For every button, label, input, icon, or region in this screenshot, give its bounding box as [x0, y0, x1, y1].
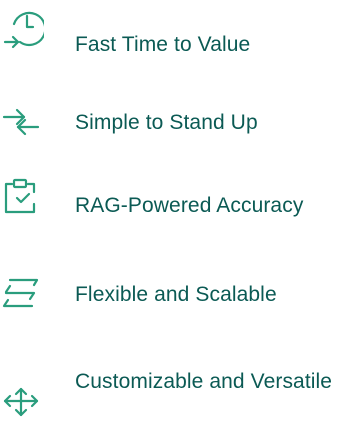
clipboard-check-icon	[0, 174, 44, 218]
feature-item-flexible-and-scalable: Flexible and Scalable	[0, 270, 359, 326]
feature-label: Customizable and Versatile	[75, 370, 333, 393]
feature-item-customizable-and-versatile: Customizable and Versatile	[0, 366, 359, 422]
feature-label: RAG-Powered Accuracy	[75, 194, 304, 217]
feature-list: Fast Time to Value Simple to Stand Up RA…	[0, 0, 359, 425]
clock-icon	[0, 8, 44, 52]
stacked-layers-icon	[0, 270, 44, 314]
move-arrows-icon	[0, 382, 44, 426]
feature-label: Fast Time to Value	[75, 33, 251, 56]
feature-item-rag-powered-accuracy: RAG-Powered Accuracy	[0, 174, 359, 230]
feature-item-simple-to-stand-up: Simple to Stand Up	[0, 102, 359, 158]
feature-label: Simple to Stand Up	[75, 111, 258, 134]
crossed-arrows-icon	[0, 102, 44, 146]
feature-label: Flexible and Scalable	[75, 283, 277, 306]
feature-item-fast-time-to-value: Fast Time to Value	[0, 8, 359, 64]
